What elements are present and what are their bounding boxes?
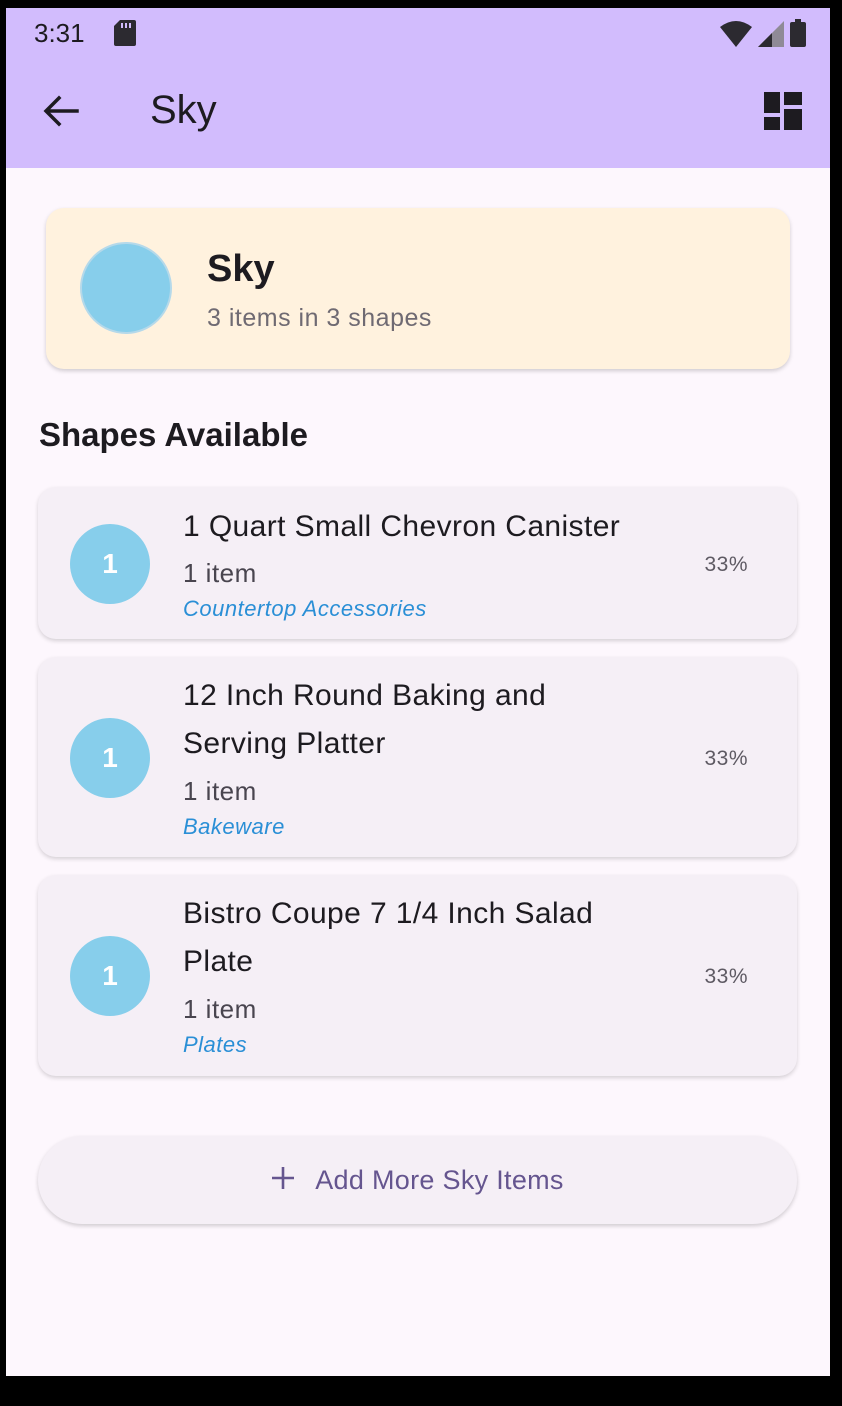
shape-name-line-2: Serving Platter: [183, 727, 386, 760]
shape-item-count: 1 item: [183, 776, 257, 806]
phone-screen: 3:31 Sky Sky 3 items in 3 shapes Shapes …: [6, 8, 830, 1376]
shape-item-count: 1 item: [183, 558, 257, 588]
arrow-back-icon: [43, 95, 79, 132]
section-title: Shapes Available: [39, 416, 309, 453]
shape-percent: 33%: [704, 553, 748, 576]
item-count-badge: 1: [70, 524, 150, 604]
battery-icon: [790, 19, 806, 52]
shape-category-link[interactable]: Plates: [183, 1032, 247, 1058]
item-count-badge: 1: [70, 936, 150, 1016]
shape-item-count: 1 item: [183, 994, 257, 1024]
status-time: 3:31: [34, 18, 85, 48]
summary-title: Sky: [207, 248, 275, 290]
add-more-items-button[interactable]: Add More Sky Items: [38, 1136, 797, 1224]
sd-card-icon: [114, 20, 136, 51]
shape-category-link[interactable]: Bakeware: [183, 814, 285, 840]
color-swatch: [80, 242, 172, 334]
dashboard-icon: [764, 91, 802, 135]
back-button[interactable]: [36, 88, 86, 138]
shape-percent: 33%: [704, 747, 748, 770]
add-button-label: Add More Sky Items: [315, 1164, 564, 1195]
page-title: Sky: [150, 88, 217, 132]
shape-card[interactable]: 1 1 Quart Small Chevron Canister 1 item …: [38, 487, 797, 639]
dashboard-button[interactable]: [758, 88, 808, 138]
status-icons: [720, 19, 806, 52]
shape-card[interactable]: 1 Bistro Coupe 7 1/4 Inch Salad Plate 1 …: [38, 875, 797, 1076]
shape-name-line-2: Plate: [183, 945, 254, 978]
shape-card[interactable]: 1 12 Inch Round Baking and Serving Platt…: [38, 657, 797, 857]
color-summary-card: Sky 3 items in 3 shapes: [46, 208, 790, 369]
shape-category-link[interactable]: Countertop Accessories: [183, 596, 427, 622]
shape-name-line-1: Bistro Coupe 7 1/4 Inch Salad: [183, 897, 594, 930]
app-bar: Sky: [6, 58, 830, 168]
shape-name-line-1: 12 Inch Round Baking and: [183, 679, 547, 712]
shape-percent: 33%: [704, 965, 748, 988]
plus-icon: [271, 1166, 295, 1195]
shape-name: 1 Quart Small Chevron Canister: [183, 510, 621, 543]
wifi-icon: [720, 21, 752, 52]
status-bar: 3:31: [6, 8, 830, 58]
summary-subtitle: 3 items in 3 shapes: [207, 304, 432, 332]
cell-signal-icon: [758, 21, 784, 52]
item-count-badge: 1: [70, 718, 150, 798]
